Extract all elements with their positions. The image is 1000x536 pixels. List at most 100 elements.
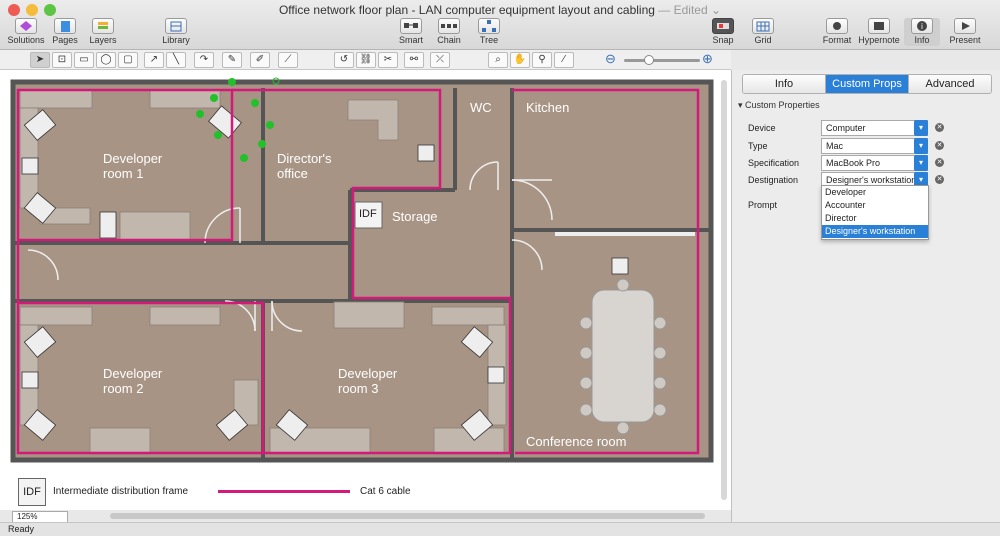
library-label: Library: [162, 35, 190, 45]
freehand-tool-icon[interactable]: ✐: [250, 52, 270, 68]
dropdown-option-director[interactable]: Director: [822, 212, 928, 225]
prop-row-type: Type Mac ▾ ✕: [748, 138, 988, 154]
layers-button[interactable]: Layers: [86, 18, 120, 46]
snap-button[interactable]: Snap: [708, 18, 738, 46]
snap-icon: [712, 18, 734, 34]
zoom-slider[interactable]: [624, 55, 700, 65]
room-label-dev2: Developer room 2: [103, 366, 163, 396]
solutions-label: Solutions: [7, 35, 45, 45]
pointer-tool-icon[interactable]: ➤: [30, 52, 50, 68]
chevron-down-icon[interactable]: ▾: [914, 155, 928, 171]
zoom-slider-thumb[interactable]: [644, 55, 654, 65]
tab-advanced[interactable]: Advanced: [909, 75, 991, 93]
svg-text:i: i: [921, 22, 923, 31]
drawing-tools-bar: ➤ ⊡ ▭ ◯ ▢ ↗ ╲ ↷ ✎ ✐ ⟋ ↺ ⛓ ✂ ⚯ ⤫ ⌕ ✋ ⚲ ⁄ …: [0, 50, 731, 70]
legend: IDF Intermediate distribution frame Cat …: [0, 475, 720, 510]
custom-properties-header[interactable]: ▾ Custom Properties: [738, 100, 820, 111]
dropdown-option-accounter[interactable]: Accounter: [822, 199, 928, 212]
clear-type-icon[interactable]: ✕: [935, 141, 944, 150]
eyedropper-tool-icon[interactable]: ⁄: [554, 52, 574, 68]
info-button[interactable]: i Info: [904, 18, 940, 46]
arc-tool-icon[interactable]: ↷: [194, 52, 214, 68]
smart-button[interactable]: Smart: [396, 18, 426, 46]
tab-info[interactable]: Info: [743, 75, 826, 93]
room-label-kitchen: Kitchen: [526, 100, 570, 115]
window-titlebar: Office network floor plan - LAN computer…: [0, 0, 1000, 50]
hypernote-icon: [868, 18, 890, 34]
vertical-scrollbar[interactable]: [721, 80, 727, 500]
specification-value: MacBook Pro: [826, 158, 881, 168]
present-button[interactable]: Present: [946, 18, 984, 46]
zoom-tool-icon[interactable]: ⌕: [488, 52, 508, 68]
pan-hand-icon[interactable]: ✋: [510, 52, 530, 68]
type-select[interactable]: Mac ▾: [821, 138, 928, 154]
chain-label: Chain: [437, 35, 461, 45]
drawing-canvas[interactable]: Developer room 1 Director's office WC Ki…: [0, 70, 731, 510]
legend-idf-badge: IDF: [18, 478, 46, 506]
text-box-tool-icon[interactable]: ⊡: [52, 52, 72, 68]
square-tool-icon[interactable]: ▢: [118, 52, 138, 68]
grid-button[interactable]: Grid: [748, 18, 778, 46]
chevron-down-icon[interactable]: ▾: [914, 138, 928, 154]
tree-label: Tree: [479, 35, 499, 45]
pages-button[interactable]: Pages: [48, 18, 82, 46]
chevron-down-icon[interactable]: ▾: [914, 120, 928, 136]
present-label: Present: [949, 35, 981, 45]
destignation-dropdown-menu: Developer Accounter Director Designer's …: [821, 185, 929, 240]
format-brush-icon: [826, 18, 848, 34]
info-label: Info: [914, 35, 930, 45]
prop-label-type: Type: [748, 141, 768, 151]
solutions-button[interactable]: Solutions: [6, 18, 46, 46]
whiteboard: [555, 232, 695, 236]
disclosure-triangle-icon[interactable]: ▾: [738, 100, 743, 110]
chain-tool-icon[interactable]: ⚯: [404, 52, 424, 68]
conference-table: [591, 289, 655, 423]
prop-label-device: Device: [748, 123, 776, 133]
zoom-out-icon[interactable]: ⊖: [605, 51, 616, 67]
chain-button[interactable]: Chain: [434, 18, 464, 46]
clear-specification-icon[interactable]: ✕: [935, 158, 944, 167]
grid-label: Grid: [754, 35, 772, 45]
room-label-wc: WC: [470, 100, 492, 115]
arrow-tool-icon[interactable]: ↗: [144, 52, 164, 68]
prop-label-specification: Specification: [748, 158, 800, 168]
library-button[interactable]: Library: [158, 18, 194, 46]
prop-label-destignation: Destignation: [748, 175, 799, 185]
prop-row-specification: Specification MacBook Pro ▾ ✕: [748, 155, 988, 171]
hypernote-label: Hypernote: [858, 35, 900, 45]
stamp-tool-icon[interactable]: ⚲: [532, 52, 552, 68]
connector-tool-icon[interactable]: ⟋: [278, 52, 298, 68]
ellipse-tool-icon[interactable]: ◯: [96, 52, 116, 68]
zoom-in-icon[interactable]: ⊕: [702, 51, 713, 67]
device-value: Computer: [826, 123, 866, 133]
grid-icon: [752, 18, 774, 34]
device-select[interactable]: Computer ▾: [821, 120, 928, 136]
clear-destignation-icon[interactable]: ✕: [935, 175, 944, 184]
dropdown-option-developer[interactable]: Developer: [822, 186, 928, 199]
window-title: Office network floor plan - LAN computer…: [0, 3, 1000, 17]
break-tool-icon[interactable]: ⤫: [430, 52, 450, 68]
smart-connector-icon: [400, 18, 422, 34]
layers-label: Layers: [89, 35, 117, 45]
unlink-tool-icon[interactable]: ✂: [378, 52, 398, 68]
room-label-conference: Conference room: [526, 434, 627, 449]
dropdown-option-designer[interactable]: Designer's workstation: [822, 225, 928, 238]
tree-button[interactable]: Tree: [474, 18, 504, 46]
edited-indicator[interactable]: — Edited ⌄: [658, 3, 721, 17]
specification-select[interactable]: MacBook Pro ▾: [821, 155, 928, 171]
properties-panel: Info Custom Props Advanced ▾ Custom Prop…: [731, 70, 1000, 522]
link-tool-icon[interactable]: ⛓: [356, 52, 376, 68]
format-button[interactable]: Format: [820, 18, 854, 46]
pages-icon: [54, 18, 76, 34]
tab-custom-props[interactable]: Custom Props: [826, 75, 909, 93]
line-tool-icon[interactable]: ╲: [166, 52, 186, 68]
custom-properties-title: Custom Properties: [745, 100, 820, 110]
rectangle-tool-icon[interactable]: ▭: [74, 52, 94, 68]
pen-tool-icon[interactable]: ✎: [222, 52, 242, 68]
rotate-tool-icon[interactable]: ↺: [334, 52, 354, 68]
clear-device-icon[interactable]: ✕: [935, 123, 944, 132]
prop-row-device: Device Computer ▾ ✕: [748, 120, 988, 136]
horizontal-scrollbar[interactable]: [110, 513, 705, 519]
info-icon: i: [911, 18, 933, 34]
hypernote-button[interactable]: Hypernote: [858, 18, 900, 46]
